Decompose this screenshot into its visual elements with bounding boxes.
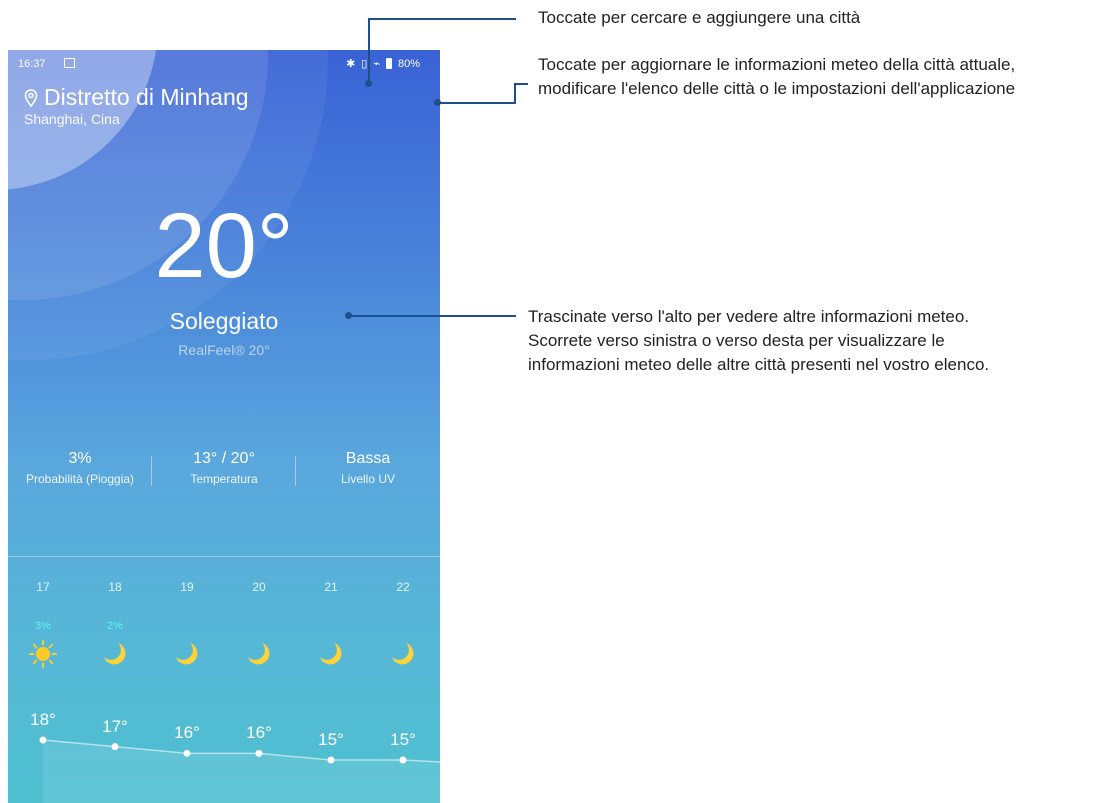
temperature-graph bbox=[39, 736, 440, 803]
callout-line-swipe bbox=[350, 315, 516, 317]
forecast-temperature: 18° bbox=[30, 710, 56, 729]
forecast-temperature: 16° bbox=[246, 723, 272, 743]
callout-menu-line: modificare l'elenco delle città o le imp… bbox=[538, 79, 1016, 98]
stat-value: 3% bbox=[68, 450, 92, 467]
callout-line-menu bbox=[514, 83, 528, 85]
status-time: 16:37 bbox=[18, 58, 46, 70]
forecast-temperature: 15° bbox=[318, 730, 344, 749]
temperature-point bbox=[255, 749, 263, 757]
callout-swipe-line: Trascinate verso l'alto per vedere altre… bbox=[528, 307, 970, 326]
moon-icon bbox=[392, 643, 414, 665]
stat-temperature-range: 13° / 20° Temperatura bbox=[152, 450, 296, 486]
hourly-forecast[interactable]: 17 3% 18° 18 2% 17° 19 16° 20 16° 21 15° 22 15° bbox=[8, 570, 440, 803]
weather-stats: 3% Probabilità (Pioggia) 13° / 20° Tempe… bbox=[8, 450, 440, 486]
moon-icon bbox=[104, 643, 126, 665]
forecast-precipitation: 3% bbox=[35, 620, 51, 632]
forecast-day: 17 bbox=[36, 580, 50, 594]
callout-menu-text: Toccate per aggiornare le informazioni m… bbox=[538, 53, 1015, 101]
battery-level: 80% bbox=[397, 57, 420, 70]
temperature-point bbox=[39, 736, 47, 744]
image-notification-icon bbox=[64, 58, 75, 68]
stat-precipitation: 3% Probabilità (Pioggia) bbox=[8, 450, 152, 486]
callout-swipe-line: informazioni meteo delle altre città pre… bbox=[528, 355, 990, 374]
temperature-point bbox=[399, 756, 407, 764]
bluetooth-icon: ✱ bbox=[346, 58, 356, 70]
moon-icon bbox=[248, 643, 270, 665]
temperature-point bbox=[111, 743, 119, 751]
stat-divider bbox=[295, 456, 296, 486]
forecast-temperature: 17° bbox=[102, 716, 128, 736]
callout-line-menu bbox=[438, 102, 516, 104]
stat-label: Livello UV bbox=[340, 472, 396, 486]
callout-line-menu bbox=[514, 83, 516, 104]
stat-value: 13° / 20° bbox=[193, 450, 255, 467]
location-pin-icon bbox=[24, 88, 38, 107]
stat-uv-level: Bassa Livello UV bbox=[296, 450, 440, 486]
forecast-divider bbox=[8, 556, 440, 557]
city-name: Distretto di Minhang bbox=[44, 84, 249, 110]
stat-label: Temperatura bbox=[190, 472, 258, 486]
callout-line-search bbox=[368, 18, 370, 83]
no-signal-icon: ⌁ bbox=[373, 58, 380, 70]
forecast-day: 20 bbox=[252, 580, 266, 594]
sun-icon bbox=[29, 640, 57, 668]
forecast-day: 21 bbox=[324, 580, 338, 594]
status-icons: ✱ ▯ ⌁ 80% bbox=[346, 57, 420, 71]
forecast-temperature: 16° bbox=[174, 723, 200, 743]
status-bar: 16:37 ✱ ▯ ⌁ 80% bbox=[8, 50, 440, 78]
callout-swipe-text: Trascinate verso l'alto per vedere altre… bbox=[528, 305, 989, 377]
battery-icon bbox=[385, 58, 392, 69]
temperature-point bbox=[183, 749, 191, 757]
stat-label: Probabilità (Pioggia) bbox=[25, 472, 135, 486]
weather-app-screen[interactable]: 16:37 ✱ ▯ ⌁ 80% Distretto di Minhang Sha… bbox=[8, 50, 440, 803]
stat-value: Bassa bbox=[345, 450, 391, 467]
weather-condition: Soleggiato bbox=[169, 308, 279, 334]
stat-divider bbox=[151, 456, 152, 486]
callout-line-search bbox=[368, 18, 516, 20]
moon-icon bbox=[320, 643, 342, 665]
current-temperature: 20° bbox=[154, 195, 294, 297]
temperature-point bbox=[327, 756, 335, 764]
callout-search-text: Toccate per cercare e aggiungere una cit… bbox=[538, 8, 861, 27]
forecast-temperature: 15° bbox=[390, 730, 416, 749]
forecast-day: 19 bbox=[180, 580, 194, 594]
callout-swipe-line: Scorrete verso sinistra o verso desta pe… bbox=[528, 331, 945, 350]
realfeel-temperature: RealFeel® 20° bbox=[178, 342, 270, 358]
city-header[interactable]: Distretto di Minhang Shanghai, Cina bbox=[24, 84, 249, 127]
forecast-day: 18 bbox=[108, 580, 122, 594]
forecast-precipitation: 2% bbox=[107, 620, 123, 632]
vibrate-icon: ▯ bbox=[361, 58, 368, 70]
forecast-day: 22 bbox=[396, 580, 410, 594]
moon-icon bbox=[176, 643, 198, 665]
city-region: Shanghai, Cina bbox=[24, 111, 120, 127]
callout-menu-line: Toccate per aggiornare le informazioni m… bbox=[538, 55, 1016, 74]
